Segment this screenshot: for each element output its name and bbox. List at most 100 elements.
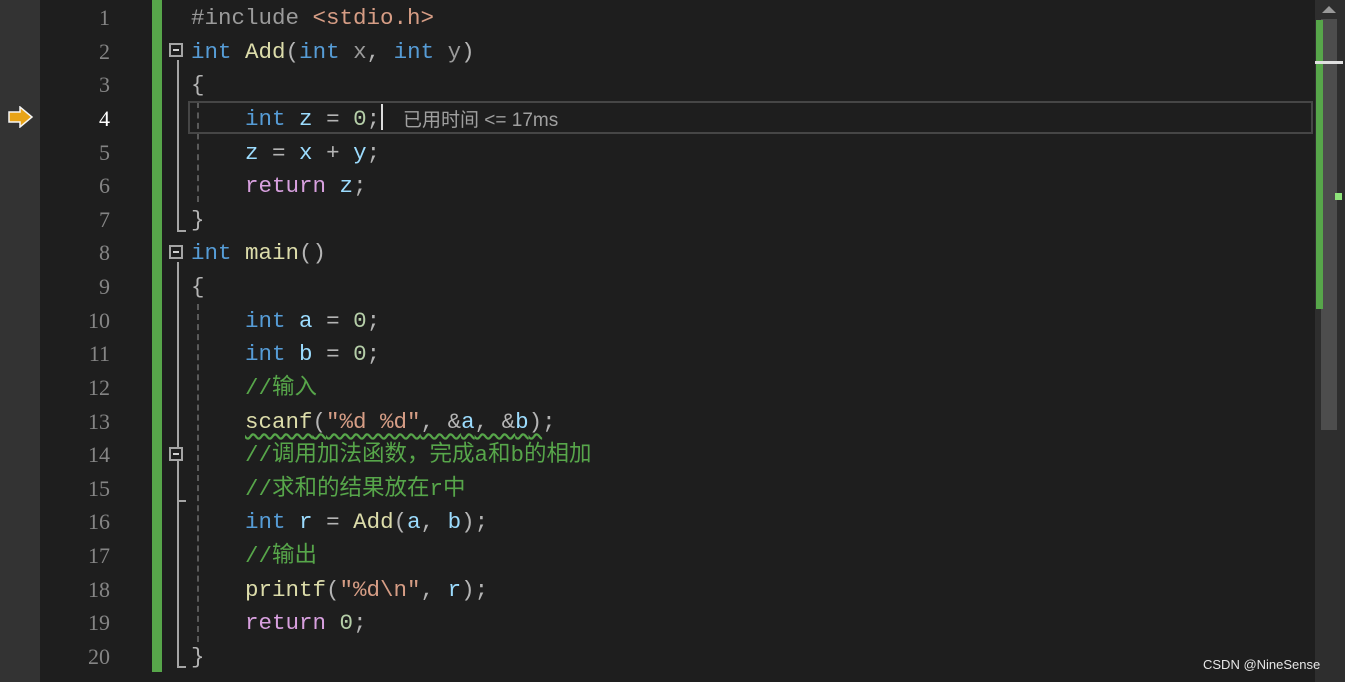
code-line[interactable]: int Add(int x, int y) (191, 35, 475, 69)
line-numbers: 1 2 3 4 5 6 7 8 9 10 11 12 13 14 15 16 17 18 19 20 (40, 0, 152, 682)
code-line[interactable]: //调用加法函数，完成a和b的相加 (191, 438, 592, 472)
indicator-margin[interactable] (0, 0, 40, 682)
code-token: + (312, 139, 354, 166)
code-token: r (299, 509, 313, 536)
line-number: 13 (88, 408, 110, 434)
code-token: a (299, 307, 313, 334)
code-line[interactable]: int b = 0; (191, 337, 380, 371)
code-line[interactable]: int a = 0; (191, 304, 380, 338)
code-token: b (299, 341, 313, 368)
outline-line (177, 60, 179, 232)
scrollbar-thumb[interactable] (1321, 19, 1337, 430)
line-number: 11 (88, 341, 110, 367)
code-token: , (366, 38, 394, 65)
code-token: ( (326, 576, 340, 603)
line-number: 2 (99, 38, 110, 64)
code-line[interactable]: { (191, 270, 205, 304)
line-number: 6 (99, 173, 110, 199)
code-token: 0 (339, 610, 354, 637)
code-line[interactable]: int z = 0; (191, 102, 380, 136)
code-line[interactable]: int r = Add(a, b); (191, 505, 488, 539)
code-line[interactable]: printf("%d\n", r); (191, 573, 488, 607)
code-line[interactable]: z = x + y; (191, 136, 380, 170)
line-number: 16 (88, 509, 110, 535)
code-token: } (191, 643, 205, 670)
code-token: x (299, 139, 313, 166)
code-token: 0 (353, 307, 367, 334)
outline-line (177, 262, 179, 668)
code-token: r (447, 576, 462, 603)
code-line[interactable]: } (191, 640, 205, 674)
code-token: = (312, 509, 354, 536)
code-token: printf (245, 576, 327, 603)
code-token: , & (420, 408, 462, 435)
code-line[interactable]: #include <stdio.h> (191, 1, 434, 35)
line-number: 19 (88, 610, 110, 636)
code-token: y (434, 38, 462, 65)
code-line[interactable]: //求和的结果放在r中 (191, 472, 466, 506)
scroll-up-icon[interactable] (1322, 6, 1336, 13)
code-token: z (339, 173, 354, 200)
code-line[interactable]: int main() (191, 236, 326, 270)
line-number: 3 (99, 72, 110, 98)
code-token: #include (191, 5, 313, 31)
code-token: ); (461, 509, 489, 536)
code-token: = (312, 105, 354, 132)
code-line[interactable]: } (191, 203, 205, 237)
collapse-icon[interactable] (169, 43, 183, 57)
code-token: ; (366, 139, 381, 166)
code-line[interactable]: //输出 (191, 539, 317, 573)
line-number: 8 (99, 240, 110, 266)
code-line[interactable]: { (191, 68, 205, 102)
line-number: 1 (99, 5, 110, 30)
line-number: 12 (88, 374, 110, 400)
code-token: () (299, 240, 327, 267)
line-number: 4 (99, 105, 110, 131)
code-token: return (245, 173, 327, 200)
collapse-icon[interactable] (169, 245, 183, 259)
code-token: { (191, 274, 205, 301)
line-number: 9 (99, 274, 110, 300)
code-token: ; (366, 341, 381, 368)
code-token: a (461, 408, 475, 435)
line-number: 14 (88, 442, 110, 468)
code-token: ) (528, 408, 543, 435)
line-number: 5 (99, 139, 110, 165)
collapse-icon[interactable] (169, 447, 183, 461)
code-token: ( (285, 38, 300, 65)
code-token: ); (461, 576, 489, 603)
watermark: CSDN @NineSense (1203, 657, 1321, 672)
code-token: = (258, 139, 300, 166)
code-token: ( (312, 408, 327, 435)
code-line[interactable]: return 0; (191, 606, 367, 640)
line-number: 7 (99, 206, 110, 232)
code-token: z (299, 105, 313, 132)
code-token: { (191, 72, 205, 99)
change-tracking-bar (152, 0, 162, 672)
code-token: int (191, 38, 232, 65)
code-token: ; (366, 307, 381, 334)
line-number: 15 (88, 475, 110, 501)
code-token: , (420, 509, 448, 536)
code-line[interactable]: //输入 (191, 371, 317, 405)
code-line[interactable]: return z; (191, 169, 367, 203)
code-line[interactable]: scanf("%d %d", &a, &b); (191, 405, 556, 439)
code-token: int (245, 509, 286, 536)
code-token: ) (461, 38, 475, 65)
